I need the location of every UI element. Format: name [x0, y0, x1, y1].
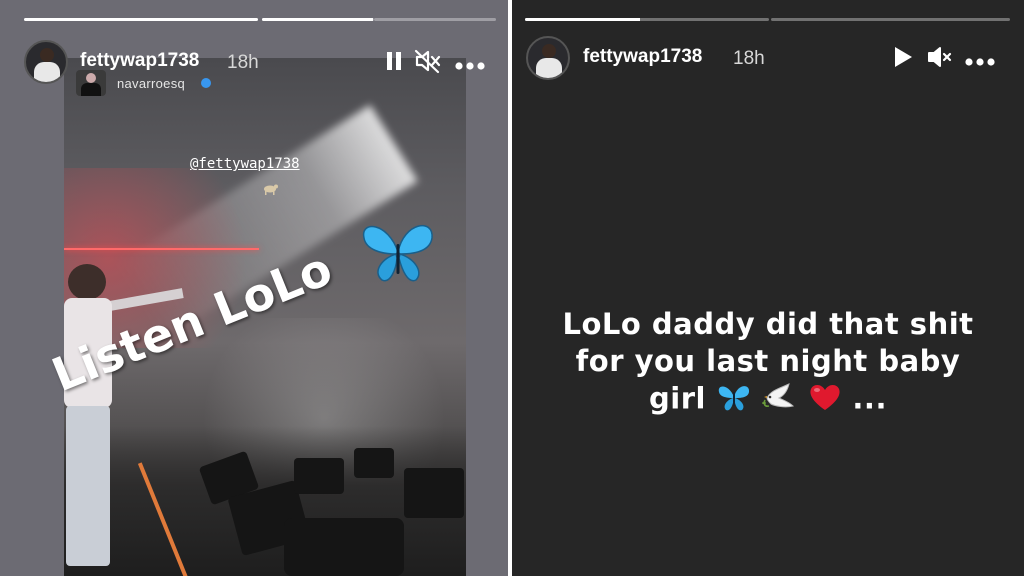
story-text-line: for you last night baby	[575, 344, 961, 378]
more-icon[interactable]	[964, 52, 996, 71]
play-icon[interactable]	[892, 45, 914, 73]
heart-icon	[810, 385, 840, 410]
stage-speaker	[284, 518, 404, 576]
more-icon[interactable]	[454, 56, 486, 75]
avatar[interactable]	[24, 40, 68, 84]
story-text-line: girl	[649, 381, 706, 416]
stage-speaker	[354, 448, 394, 478]
story-text: LoLo daddy did that shit for you last ni…	[512, 306, 1024, 421]
story-right[interactable]: fettywap1738 18h	[512, 0, 1024, 576]
stage-speaker	[404, 468, 464, 518]
username[interactable]: fettywap1738	[80, 50, 199, 72]
butterfly-icon	[360, 216, 436, 286]
pause-icon[interactable]	[384, 50, 404, 76]
mention-avatar[interactable]	[76, 70, 106, 96]
mute-icon[interactable]	[926, 44, 954, 74]
story-text-ellipsis: ...	[852, 381, 887, 416]
story-timestamp: 18h	[733, 48, 765, 69]
story-progress-bar	[374, 18, 496, 21]
avatar[interactable]	[526, 36, 570, 80]
story-progress-bar	[771, 18, 1010, 21]
story-text-line-last: girl ...	[512, 380, 1024, 421]
mention-username[interactable]: navarroesq	[117, 76, 185, 91]
username[interactable]: fettywap1738	[583, 46, 702, 68]
story-progress-bar	[262, 18, 374, 21]
dove-icon	[762, 383, 795, 408]
story-left[interactable]: fettywap1738 18h navarroesq @fettywap173…	[0, 0, 508, 576]
progress-fill	[24, 18, 258, 21]
butterfly-icon	[718, 386, 749, 411]
story-progress-bar	[24, 18, 258, 21]
progress-fill	[525, 18, 640, 21]
story-timestamp: 18h	[227, 52, 259, 73]
mute-icon[interactable]	[414, 48, 442, 78]
story-progress-bar	[525, 18, 769, 21]
stage-speaker	[294, 458, 344, 494]
progress-fill	[262, 18, 373, 21]
verified-badge-icon	[201, 78, 211, 88]
story-text-line: LoLo daddy did that shit	[562, 307, 974, 341]
emoji-row	[717, 380, 842, 421]
